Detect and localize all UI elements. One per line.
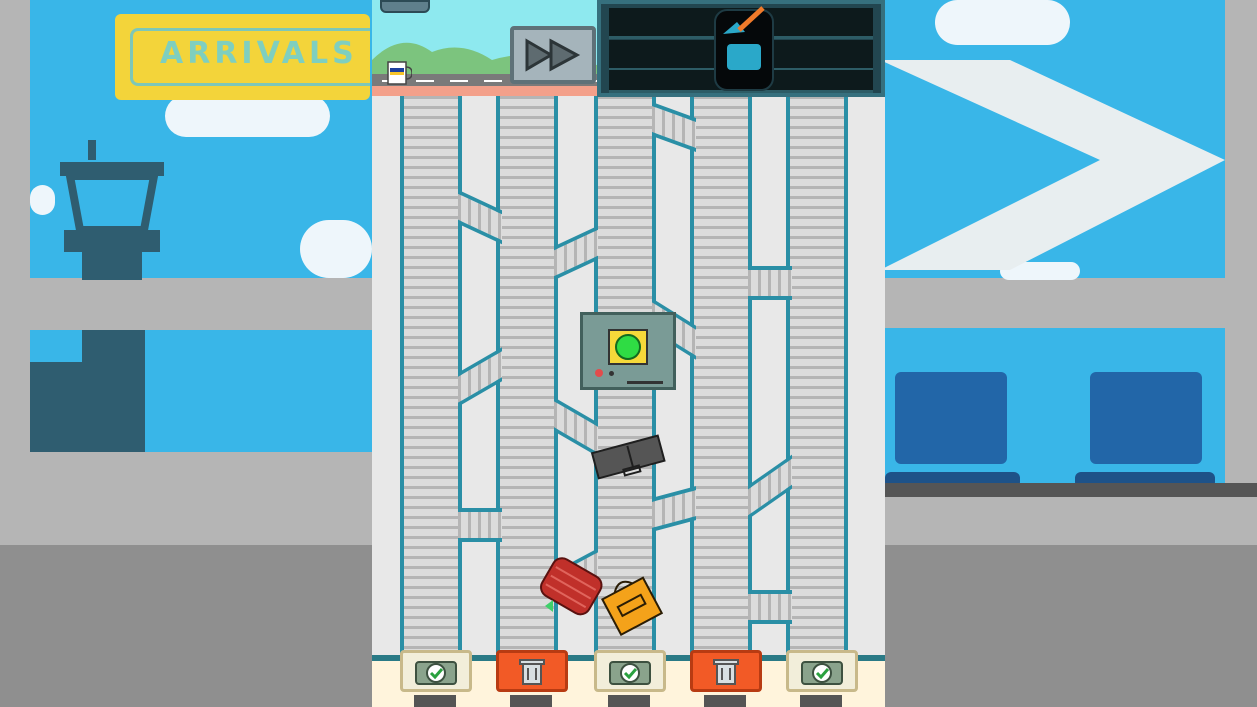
orange-shopping-bag-luggage[interactable] <box>598 572 666 636</box>
building-silhouette <box>82 330 145 364</box>
approve-bin-1[interactable] <box>400 650 472 692</box>
bin-chute <box>414 695 456 707</box>
trash-bin-1[interactable] <box>496 650 568 692</box>
scanner-machine[interactable] <box>580 312 676 390</box>
bench-rail <box>885 483 1257 497</box>
trash-bin-2[interactable] <box>690 650 762 692</box>
suitcase-check-icon <box>415 661 457 685</box>
fast-forward-icon <box>525 38 581 72</box>
approve-bin-2[interactable] <box>594 650 666 692</box>
seat-back <box>895 372 1007 464</box>
red-duffel-luggage[interactable] <box>537 556 607 622</box>
conveyor-lane-4 <box>690 96 752 656</box>
seat-back <box>1090 372 1202 464</box>
coffee-mug-icon <box>387 61 412 85</box>
bin-chute <box>608 695 650 707</box>
belt-connector[interactable] <box>748 590 792 624</box>
scanner-slot <box>627 381 663 384</box>
conveyor-lane-1 <box>400 96 462 656</box>
suitcase-check-icon <box>609 661 651 685</box>
building-silhouette <box>30 362 145 452</box>
backpack-icon <box>714 6 774 91</box>
bin-chute <box>510 695 552 707</box>
cloud <box>30 185 55 215</box>
pause-icon[interactable] <box>380 0 430 13</box>
suitcase-check-icon <box>801 661 843 685</box>
fast-forward-button[interactable] <box>510 26 596 84</box>
belt-connector[interactable] <box>748 266 792 300</box>
xray-viewer <box>597 0 885 97</box>
game-board <box>372 0 885 707</box>
cloud <box>165 95 330 137</box>
scanner-red-dot <box>595 369 603 377</box>
cloud <box>300 220 372 278</box>
trash-icon <box>713 659 739 685</box>
control-tower-icon <box>60 140 164 280</box>
trash-icon <box>519 659 545 685</box>
scanner-light <box>608 329 648 365</box>
belt-connector[interactable] <box>458 508 502 542</box>
green-light-icon <box>615 334 641 360</box>
arrivals-sign-text: ARRIVALS <box>160 36 358 71</box>
approve-bin-3[interactable] <box>786 650 858 692</box>
bin-chute <box>704 695 746 707</box>
scanner-dot <box>609 371 614 376</box>
arrow-graphic <box>880 60 1225 270</box>
cloud <box>935 0 1070 45</box>
conveyor-lane-5 <box>786 96 848 656</box>
bin-chute <box>800 695 842 707</box>
briefcase-luggage[interactable] <box>590 432 666 480</box>
belt-connector[interactable] <box>554 225 598 281</box>
